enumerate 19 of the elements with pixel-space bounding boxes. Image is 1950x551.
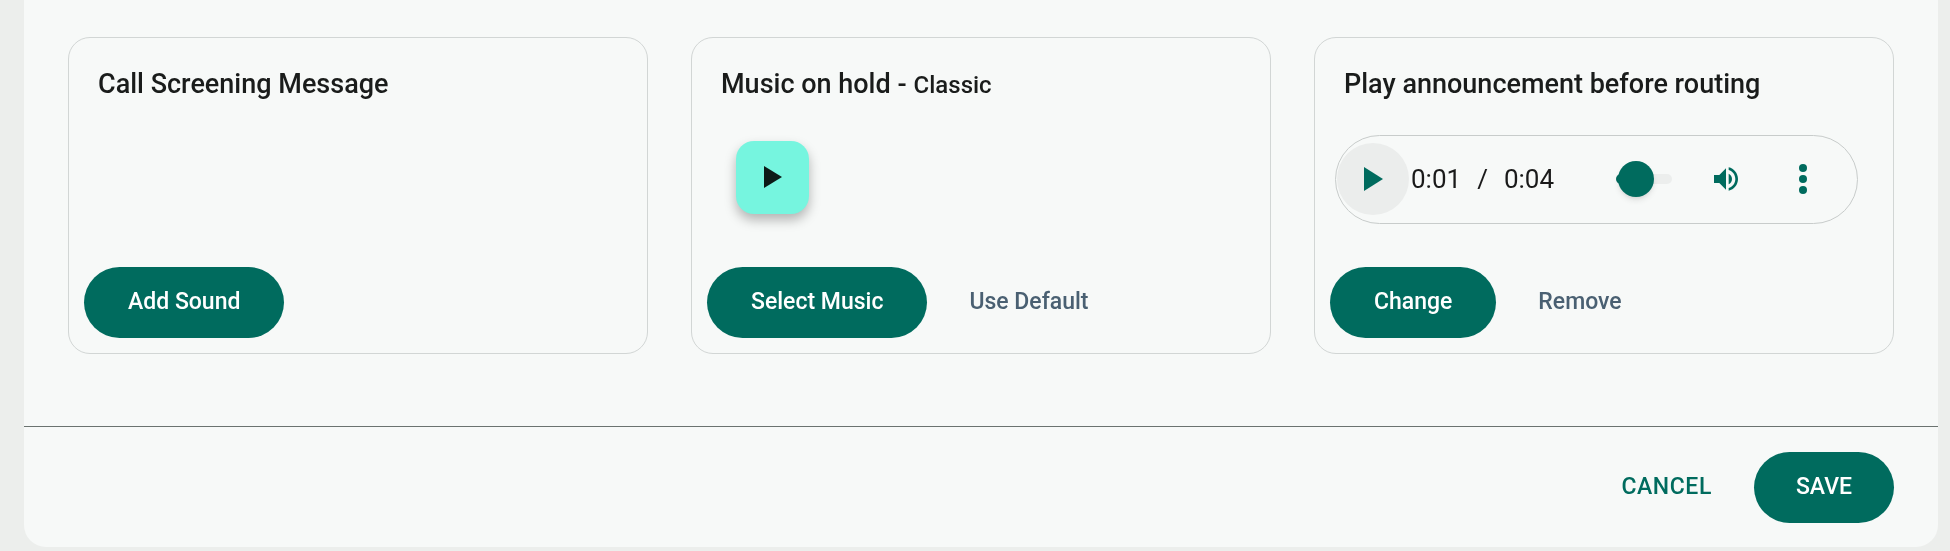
save-button[interactable]: SAVE xyxy=(1753,451,1894,523)
time-separator: / xyxy=(1477,162,1488,196)
current-time: 0:01 xyxy=(1411,162,1462,196)
action-button[interactable]: Select Music xyxy=(707,267,928,338)
play-icon xyxy=(1362,166,1384,192)
card-subtitle: Classic xyxy=(913,70,992,101)
play-button[interactable] xyxy=(1337,143,1409,215)
card-title: Music on hold - xyxy=(721,67,907,102)
cancel-button[interactable]: CANCEL xyxy=(1605,451,1728,523)
more-icon xyxy=(1798,163,1808,195)
card-title: Call Screening Message xyxy=(98,67,389,102)
action-button[interactable]: Add Sound xyxy=(84,267,285,338)
play-button[interactable] xyxy=(736,140,809,214)
text-button[interactable]: Remove xyxy=(1522,267,1638,338)
text-button[interactable]: Use Default xyxy=(953,267,1105,338)
card-title: Play announcement before routing xyxy=(1344,67,1761,102)
action-button[interactable]: Change xyxy=(1330,267,1497,338)
duration-time: 0:04 xyxy=(1503,162,1554,196)
play-icon xyxy=(762,165,783,189)
